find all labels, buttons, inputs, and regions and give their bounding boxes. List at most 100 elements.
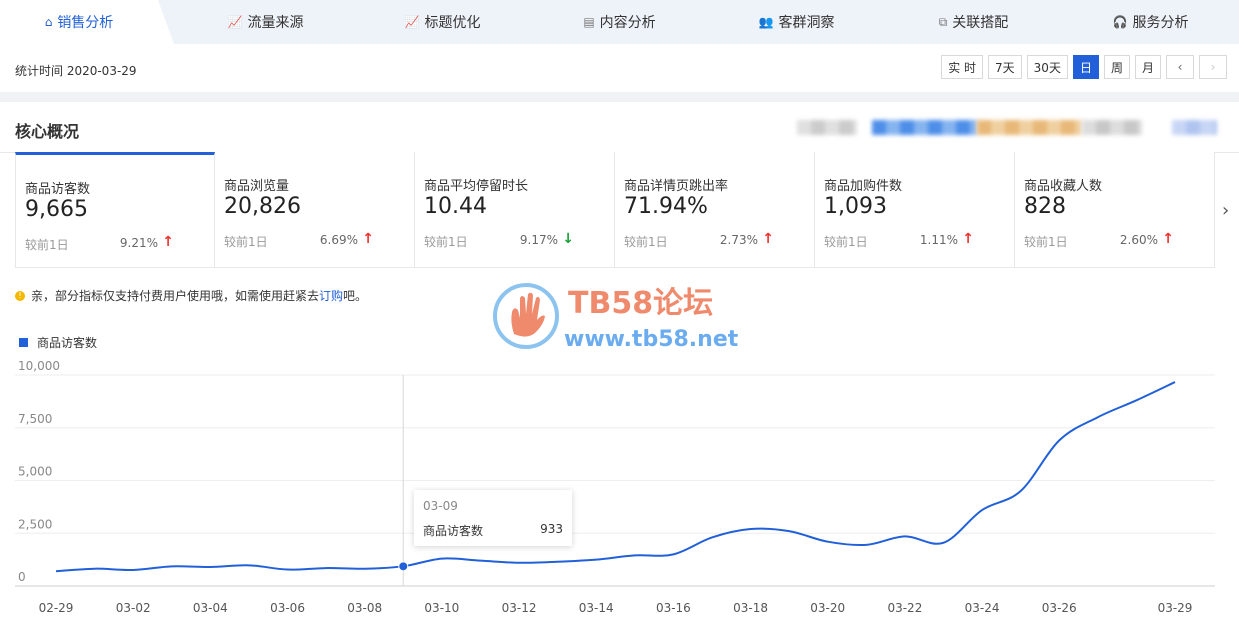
kpi-compare: 较前1日 bbox=[1024, 235, 1068, 249]
x-tick-label: 03-26 bbox=[1042, 601, 1077, 615]
legend-swatch bbox=[19, 338, 28, 347]
x-tick-label: 03-10 bbox=[424, 601, 459, 615]
kpi-value: 9,665 bbox=[25, 197, 88, 222]
y-tick-label: 5,000 bbox=[18, 465, 52, 479]
y-tick-label: 2,500 bbox=[18, 517, 52, 531]
arrow-down-icon: ↓ bbox=[562, 231, 574, 247]
bag-icon: ⌂ bbox=[44, 15, 53, 29]
arrow-up-icon: ↑ bbox=[762, 231, 774, 247]
kpi-card[interactable]: 商品平均停留时长 10.44 较前1日 9.17% ↓ bbox=[415, 152, 615, 268]
x-tick-label: 03-22 bbox=[887, 601, 922, 615]
blurred-region bbox=[977, 120, 1082, 135]
notice: ! 亲，部分指标仅支持付费用户使用哦，如需使用赶紧去 订购 吧。 bbox=[15, 287, 367, 304]
tooltip-value: 933 bbox=[540, 522, 563, 536]
tab-1[interactable]: ⌂ 销售分析 bbox=[0, 0, 174, 44]
tab-3[interactable]: 📈 标题优化 bbox=[354, 0, 531, 44]
chevron-right-icon[interactable]: › bbox=[1199, 55, 1227, 79]
kpi-card[interactable]: 商品浏览量 20,826 较前1日 6.69% ↑ bbox=[215, 152, 415, 268]
date-button-5[interactable]: 周 bbox=[1103, 55, 1130, 79]
x-tick-label: 03-04 bbox=[193, 601, 228, 615]
tab-label: 客群洞察 bbox=[778, 15, 835, 31]
stat-time: 统计时间 2020-03-29 bbox=[15, 64, 137, 78]
watermark-title: TB58论坛 bbox=[568, 286, 713, 321]
date-button-3[interactable]: 30天 bbox=[1026, 55, 1068, 79]
x-tick-label: 03-16 bbox=[656, 601, 691, 615]
tab-5[interactable]: 👥 客群洞察 bbox=[708, 0, 885, 44]
overview-title: 核心概况 bbox=[15, 122, 80, 141]
chevron-right-icon[interactable]: › bbox=[1222, 200, 1229, 221]
kpi-card[interactable]: 商品详情页跳出率 71.94% 较前1日 2.73% ↑ bbox=[615, 152, 815, 268]
watermark-hand-shape bbox=[511, 292, 545, 337]
section-separator bbox=[0, 92, 1239, 102]
link-icon: ⧉ bbox=[938, 14, 948, 29]
kpi-label: 商品收藏人数 bbox=[1024, 179, 1103, 194]
x-tick-label: 03-18 bbox=[733, 601, 768, 615]
blurred-region bbox=[1172, 120, 1217, 135]
y-tick-label: 0 bbox=[18, 570, 26, 584]
tab-label: 关联搭配 bbox=[952, 15, 1009, 31]
blurred-region bbox=[1082, 120, 1142, 135]
highlight-point bbox=[398, 561, 409, 572]
tab-7[interactable]: 🎧 服务分析 bbox=[1062, 0, 1239, 44]
kpi-value: 20,826 bbox=[224, 194, 301, 219]
subscribe-link[interactable]: 订购 bbox=[319, 287, 343, 304]
kpi-compare: 较前1日 bbox=[224, 235, 268, 249]
kpi-card[interactable]: 商品收藏人数 828 较前1日 2.60% ↑ bbox=[1015, 152, 1215, 268]
kpi-label: 商品详情页跳出率 bbox=[624, 179, 729, 194]
kpi-card[interactable]: 商品加购件数 1,093 较前1日 1.11% ↑ bbox=[815, 152, 1015, 268]
kpi-compare: 较前1日 bbox=[424, 235, 468, 249]
tab-6[interactable]: ⧉ 关联搭配 bbox=[885, 0, 1062, 44]
x-tick-label: 02-29 bbox=[39, 601, 74, 615]
y-tick-label: 10,000 bbox=[18, 359, 60, 373]
x-tick-label: 03-02 bbox=[116, 601, 151, 615]
kpi-value: 10.44 bbox=[424, 194, 487, 219]
watermark-logo: TB58论坛 www.tb58.net bbox=[493, 283, 739, 352]
tooltip-date: 03-09 bbox=[423, 499, 458, 513]
notice-text-after: 吧。 bbox=[343, 289, 368, 303]
watermark-url: www.tb58.net bbox=[564, 327, 739, 352]
tooltip-series-name: 商品访客数 bbox=[423, 524, 484, 538]
kpi-percent: 2.73% bbox=[719, 233, 758, 247]
document-icon: ▤ bbox=[583, 15, 595, 29]
kpi-label: 商品平均停留时长 bbox=[424, 179, 529, 194]
headset-icon: 🎧 bbox=[1112, 15, 1128, 29]
x-tick-label: 03-08 bbox=[347, 601, 382, 615]
kpi-percent: 2.60% bbox=[1119, 233, 1158, 247]
x-tick-label: 03-06 bbox=[270, 601, 305, 615]
trend-line-icon: 📈 bbox=[404, 15, 420, 29]
kpi-compare: 较前1日 bbox=[824, 235, 868, 249]
info-icon: ! bbox=[15, 290, 25, 301]
x-tick-label: 03-29 bbox=[1158, 601, 1193, 615]
date-button-6[interactable]: 月 bbox=[1134, 55, 1161, 79]
tab-label: 内容分析 bbox=[599, 15, 656, 31]
x-tick-label: 03-24 bbox=[965, 601, 1000, 615]
blurred-region bbox=[872, 120, 977, 135]
tab-4[interactable]: ▤ 内容分析 bbox=[531, 0, 708, 44]
date-bar: 统计时间 2020-03-29 实 时 7天 30天日周月 ‹ › bbox=[0, 44, 1239, 92]
notice-text-before: 亲，部分指标仅支持付费用户使用哦，如需使用赶紧去 bbox=[31, 289, 320, 303]
date-button-2[interactable]: 7天 bbox=[988, 55, 1022, 79]
tab-label: 销售分析 bbox=[57, 15, 114, 31]
visitors-line-chart[interactable]: 0 2,500 5,000 7,500 10,000 02-29 03-02 03-04 03-… bbox=[0, 350, 1239, 634]
legend-label: 商品访客数 bbox=[37, 336, 98, 350]
chevron-left-icon[interactable]: ‹ bbox=[1166, 55, 1194, 79]
kpi-value: 1,093 bbox=[824, 194, 887, 219]
tab-label: 流量来源 bbox=[247, 15, 304, 31]
kpi-compare: 较前1日 bbox=[25, 238, 69, 252]
kpi-card[interactable]: 商品访客数 9,665 较前1日 9.21% ↑ bbox=[15, 152, 215, 268]
kpi-cards: 商品访客数 9,665 较前1日 9.21% ↑ 商品浏览量 20,826 较前1日 6.69%… bbox=[15, 152, 1215, 268]
date-button-1[interactable]: 实 时 bbox=[941, 55, 984, 79]
kpi-label: 商品访客数 bbox=[25, 182, 91, 197]
kpi-percent: 6.69% bbox=[319, 233, 358, 247]
date-button-4[interactable]: 日 bbox=[1072, 55, 1099, 79]
kpi-value: 71.94% bbox=[624, 194, 708, 219]
tab-label: 服务分析 bbox=[1132, 15, 1189, 31]
x-tick-label: 03-20 bbox=[810, 601, 845, 615]
kpi-label: 商品浏览量 bbox=[224, 179, 290, 194]
chart-legend[interactable]: 商品访客数 bbox=[19, 334, 97, 351]
y-tick-label: 7,500 bbox=[18, 412, 52, 426]
kpi-percent: 9.17% bbox=[519, 233, 558, 247]
kpi-label: 商品加购件数 bbox=[824, 179, 903, 194]
arrow-up-icon: ↑ bbox=[362, 231, 374, 247]
tab-2[interactable]: 📈 流量来源 bbox=[177, 0, 354, 44]
